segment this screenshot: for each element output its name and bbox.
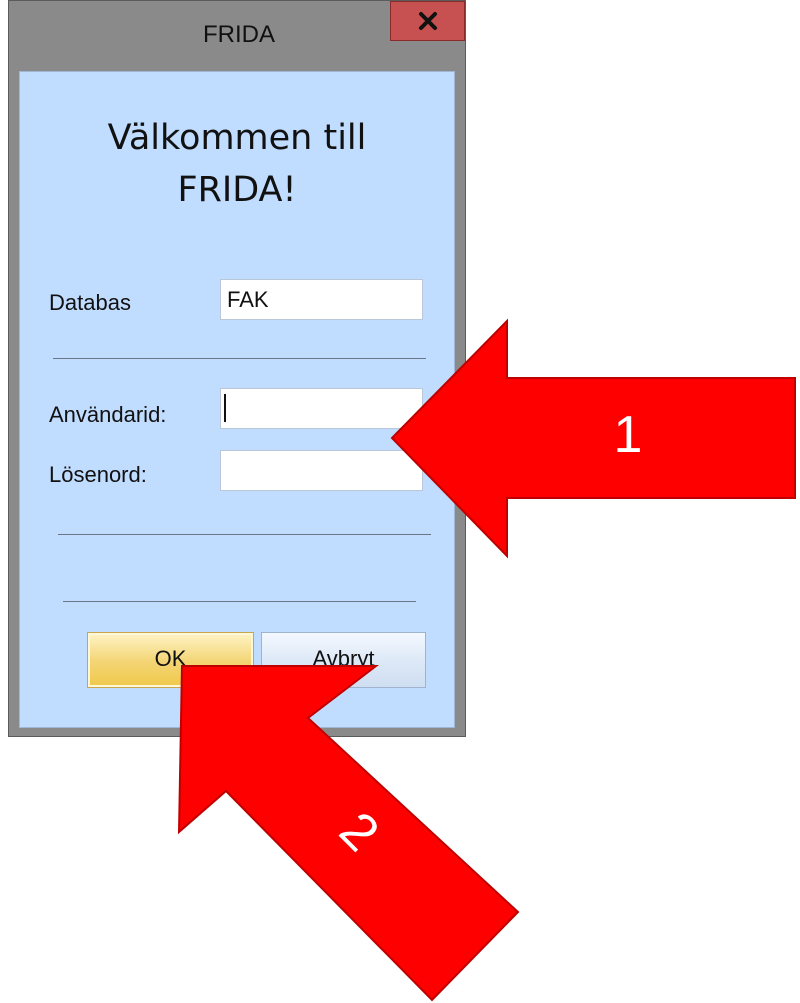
arrow-1: 1 — [390, 318, 796, 559]
annotation-overlay: 1 2 — [177, 318, 796, 1002]
arrow-1-label: 1 — [614, 406, 643, 464]
arrow-2: 2 — [177, 665, 520, 1002]
